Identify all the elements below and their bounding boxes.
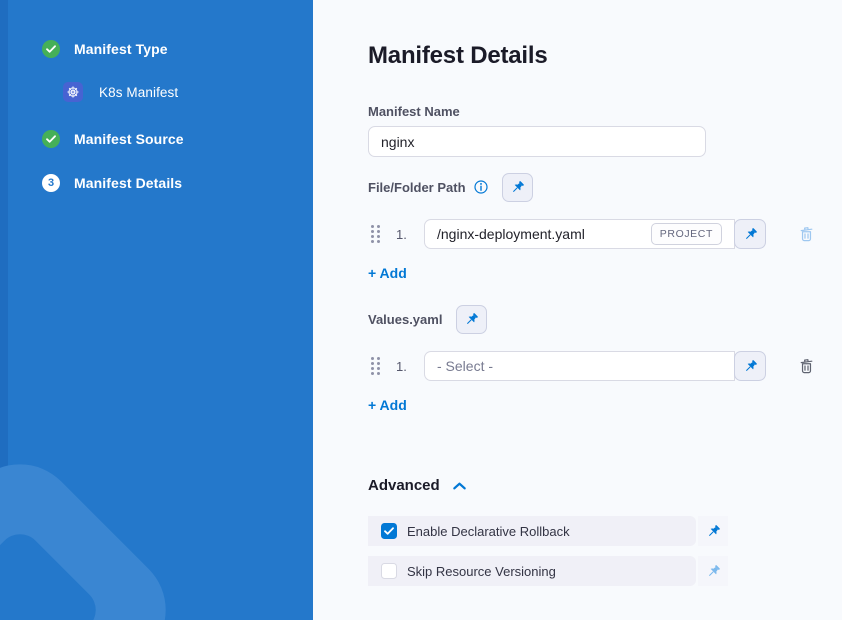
file-path-row: 1. PROJECT (368, 219, 815, 249)
scope-badge: PROJECT (651, 223, 722, 245)
page-title: Manifest Details (368, 42, 548, 70)
row-index: 1. (396, 227, 412, 242)
wizard-sidebar: Manifest Type K8s Manifest Manifest Sour… (0, 0, 313, 620)
pushpin-icon[interactable] (734, 351, 766, 381)
add-values-file-button[interactable]: + Add (368, 397, 407, 413)
sidebar-step-manifest-source[interactable]: Manifest Source (42, 130, 184, 148)
sidebar-step-k8s-manifest[interactable]: K8s Manifest (63, 82, 178, 102)
checkbox[interactable] (381, 523, 397, 539)
sidebar-step-manifest-details[interactable]: 3 Manifest Details (42, 174, 182, 192)
manifest-name-input[interactable] (368, 126, 706, 157)
pushpin-icon[interactable] (698, 556, 728, 586)
info-circle-icon[interactable] (474, 180, 488, 194)
option-bar: Skip Resource Versioning (368, 556, 696, 586)
trash-icon[interactable] (798, 357, 815, 375)
pushpin-icon[interactable] (502, 173, 533, 202)
step-label: K8s Manifest (99, 85, 178, 100)
add-file-path-button[interactable]: + Add (368, 265, 407, 281)
app-window: Manifest Type K8s Manifest Manifest Sour… (0, 0, 842, 620)
values-yaml-label: Values.yaml (368, 312, 442, 327)
trash-icon[interactable] (798, 225, 815, 243)
option-bar: Enable Declarative Rollback (368, 516, 696, 546)
check-circle-icon (42, 130, 60, 148)
step-label: Manifest Type (74, 41, 168, 57)
step-label: Manifest Details (74, 175, 182, 191)
file-folder-path-label-row: File/Folder Path (368, 172, 533, 202)
chevron-up-icon (452, 481, 467, 491)
manifest-details-panel: Manifest Details Manifest Name File/Fold… (313, 0, 842, 620)
pushpin-icon[interactable] (698, 516, 728, 546)
option-label: Enable Declarative Rollback (407, 524, 570, 539)
manifest-name-label: Manifest Name (368, 104, 460, 119)
values-yaml-label-row: Values.yaml (368, 304, 487, 334)
pushpin-icon[interactable] (734, 219, 766, 249)
advanced-label: Advanced (368, 477, 440, 494)
file-folder-path-label: File/Folder Path (368, 180, 466, 195)
harness-logo-watermark (0, 440, 190, 620)
drag-handle-icon[interactable] (371, 357, 380, 375)
check-circle-icon (42, 40, 60, 58)
option-row-skip-resource-versioning: Skip Resource Versioning (368, 556, 728, 586)
step-label: Manifest Source (74, 131, 184, 147)
pushpin-icon[interactable] (456, 305, 487, 334)
row-index: 1. (396, 359, 412, 374)
option-label: Skip Resource Versioning (407, 564, 556, 579)
option-row-declarative-rollback: Enable Declarative Rollback (368, 516, 728, 546)
step-number-badge: 3 (42, 174, 60, 192)
checkbox[interactable] (381, 563, 397, 579)
advanced-section-toggle[interactable]: Advanced (368, 477, 467, 494)
values-file-select[interactable]: - Select - (424, 351, 735, 381)
drag-handle-icon[interactable] (371, 225, 380, 243)
values-file-row: 1. - Select - (368, 351, 815, 381)
sidebar-step-manifest-type[interactable]: Manifest Type (42, 40, 168, 58)
kubernetes-wheel-icon (63, 82, 83, 102)
